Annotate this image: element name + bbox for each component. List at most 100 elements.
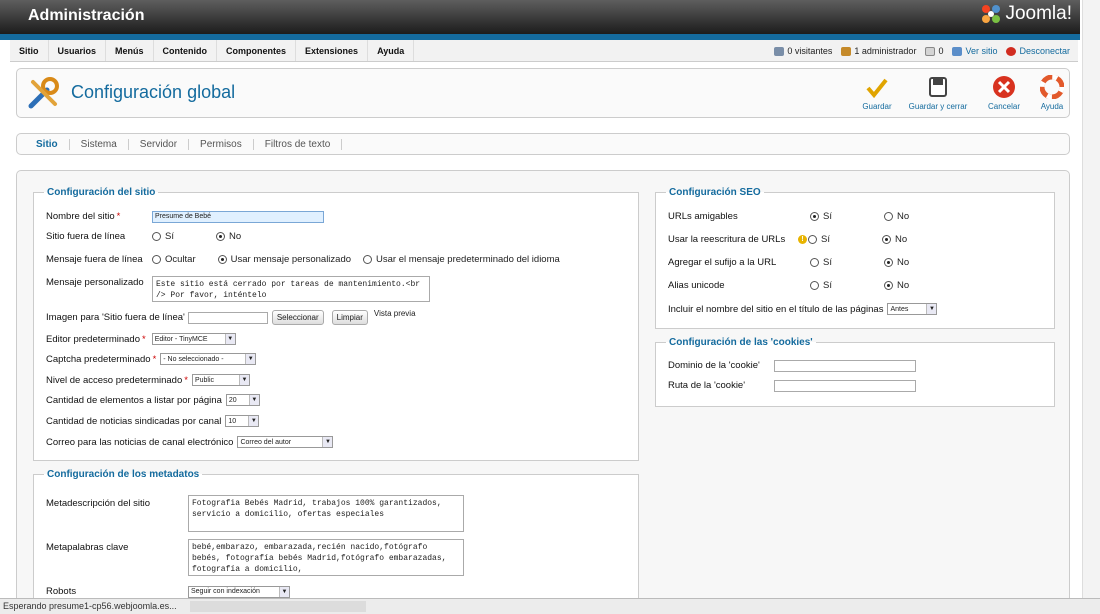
cookie-domain-input[interactable] <box>774 359 916 372</box>
feed-limit-value: 10 <box>228 417 237 425</box>
config-content: Configuración del sitio Nombre del sitio… <box>16 170 1070 614</box>
check-icon <box>866 78 888 98</box>
offline-msg-hide-radio[interactable]: Ocultar <box>152 254 196 265</box>
offline-msg-custom-radio[interactable]: Usar mensaje personalizado <box>217 254 351 265</box>
suffix-yes-text: Sí <box>823 257 832 268</box>
editor-label: Editor predeterminado <box>46 333 140 345</box>
page-title: Configuración global <box>71 82 236 102</box>
users-icon <box>774 46 785 56</box>
window-scrollbar[interactable] <box>1082 0 1100 598</box>
visitors-status: 0 visitantes <box>774 46 832 56</box>
visitors-count: 0 visitantes <box>787 46 833 56</box>
help-lifebuoy-icon <box>1040 75 1064 99</box>
feed-email-value: Correo del autor <box>240 438 292 446</box>
joomla-logo-text: Joomla! <box>1005 3 1072 24</box>
suffix-yes-radio[interactable]: Sí <box>810 257 832 268</box>
unicode-no-radio[interactable]: No <box>883 280 910 291</box>
chevron-down-icon: ▼ <box>238 375 249 385</box>
cancel-label: Cancelar <box>987 102 1020 111</box>
preview-label: Vista previa <box>373 309 416 318</box>
chevron-down-icon: ▼ <box>224 334 235 344</box>
joomla-logo[interactable]: Joomla! <box>980 3 1072 25</box>
site-name-input[interactable]: Presume de Bebé <box>152 210 324 223</box>
meta-desc-textarea[interactable]: Fotografia Bebés Madrid, trabajos 100% g… <box>188 495 464 532</box>
cookie-path-input[interactable] <box>774 379 916 392</box>
joomla-logo-icon <box>982 5 1001 23</box>
rewrite-label: Usar la reescritura de URLs <box>668 234 786 245</box>
menu-item-usuarios[interactable]: Usuarios <box>49 40 107 61</box>
menu-item-contenido[interactable]: Contenido <box>154 40 218 61</box>
offline-no-text: No <box>228 231 242 242</box>
site-name-label: Nombre del sitio <box>46 211 115 222</box>
captcha-select[interactable]: - No seleccionado - ▼ <box>160 353 257 365</box>
access-select[interactable]: Public ▼ <box>191 374 250 386</box>
meta-keys-label: Metapalabras clave <box>46 542 129 553</box>
metadata-fieldset: Configuración de los metadatos Metadescr… <box>33 469 639 614</box>
feed-email-label: Correo para las noticias de canal electr… <box>46 436 234 448</box>
view-site-label: Ver sitio <box>965 46 998 56</box>
meta-desc-label: Metadescripción del sitio <box>46 498 151 509</box>
offline-msg-lang-radio[interactable]: Usar el mensaje predeterminado del idiom… <box>363 254 560 265</box>
friendly-no-radio[interactable]: No <box>883 211 909 222</box>
required-mark: * <box>116 211 121 222</box>
feed-email-select[interactable]: Correo del autor ▼ <box>237 436 334 448</box>
help-label: Ayuda <box>1040 102 1064 111</box>
logout-link[interactable]: Desconectar <box>1006 46 1070 56</box>
list-limit-value: 20 <box>228 396 237 404</box>
site-config-legend: Configuración del sitio <box>47 187 156 198</box>
save-button[interactable]: Guardar <box>860 75 894 111</box>
menu-item-ayuda[interactable]: Ayuda <box>368 40 415 61</box>
suffix-no-radio[interactable]: No <box>883 257 910 268</box>
offline-msg-label: Mensaje fuera de línea <box>46 254 143 265</box>
tab-filtros-texto[interactable]: Filtros de texto <box>254 138 343 150</box>
custom-msg-textarea[interactable]: Este sitio está cerrado por tareas de ma… <box>152 276 430 302</box>
opt-lang-text: Usar el mensaje predeterminado del idiom… <box>376 254 560 265</box>
tab-sistema[interactable]: Sistema <box>70 138 129 150</box>
save-close-button[interactable]: Guardar y cerrar <box>903 75 973 111</box>
messages-status[interactable]: 0 <box>925 46 943 56</box>
menu-item-extensiones[interactable]: Extensiones <box>296 40 369 61</box>
feed-limit-select[interactable]: 10 ▼ <box>225 415 260 427</box>
unicode-yes-radio[interactable]: Sí <box>810 280 832 291</box>
suffix-label: Agregar el sufijo a la URL <box>668 257 777 268</box>
rewrite-no-radio[interactable]: No <box>881 234 907 245</box>
seo-legend: Configuración SEO <box>669 187 761 198</box>
rewrite-yes-radio[interactable]: Sí <box>808 234 830 245</box>
meta-keys-textarea[interactable]: bebé,embarazo, embarazada,recién nacido,… <box>188 539 464 576</box>
tab-sitio[interactable]: Sitio <box>25 138 70 150</box>
metadata-legend: Configuración de los metadatos <box>47 469 200 480</box>
access-label: Nivel de acceso predeterminado <box>46 374 183 386</box>
friendly-yes-text: Sí <box>823 211 832 222</box>
offline-label: Sitio fuera de línea <box>46 231 126 242</box>
offline-img-input[interactable] <box>187 311 268 324</box>
editor-select[interactable]: Editor - TinyMCE ▼ <box>151 333 236 345</box>
offline-yes-radio[interactable]: Sí <box>152 231 174 242</box>
offline-no-radio[interactable]: No <box>215 231 242 242</box>
tools-icon <box>27 76 61 113</box>
list-limit-label: Cantidad de elementos a listar por págin… <box>46 394 222 406</box>
select-image-button[interactable]: Seleccionar <box>271 310 324 325</box>
unicode-no-text: No <box>896 280 910 291</box>
chevron-down-icon: ▼ <box>245 354 256 364</box>
view-site-link[interactable]: Ver sitio <box>952 46 997 56</box>
cancel-icon <box>993 76 1015 98</box>
save-close-label: Guardar y cerrar <box>908 102 968 111</box>
menu-item-menus[interactable]: Menús <box>106 40 154 61</box>
warning-icon: ! <box>798 235 807 244</box>
captcha-value: - No seleccionado - <box>163 355 224 363</box>
friendly-yes-radio[interactable]: Sí <box>810 211 832 222</box>
clear-image-button[interactable]: Limpiar <box>331 310 368 325</box>
list-limit-select[interactable]: 20 ▼ <box>225 394 260 406</box>
tab-permisos[interactable]: Permisos <box>189 138 254 150</box>
robots-select[interactable]: Seguir con indexación ▼ <box>188 585 290 598</box>
menu-item-componentes[interactable]: Componentes <box>217 40 297 61</box>
help-button[interactable]: Ayuda <box>1035 75 1069 111</box>
suffix-no-text: No <box>896 257 910 268</box>
cancel-button[interactable]: Cancelar <box>983 75 1025 111</box>
loading-progress <box>190 601 366 612</box>
menu-item-sitio[interactable]: Sitio <box>10 40 49 61</box>
chevron-down-icon: ▼ <box>279 586 289 597</box>
tab-servidor[interactable]: Servidor <box>129 138 190 150</box>
editor-value: Editor - TinyMCE <box>154 335 208 343</box>
sitename-title-select[interactable]: Antes ▼ <box>887 303 938 315</box>
